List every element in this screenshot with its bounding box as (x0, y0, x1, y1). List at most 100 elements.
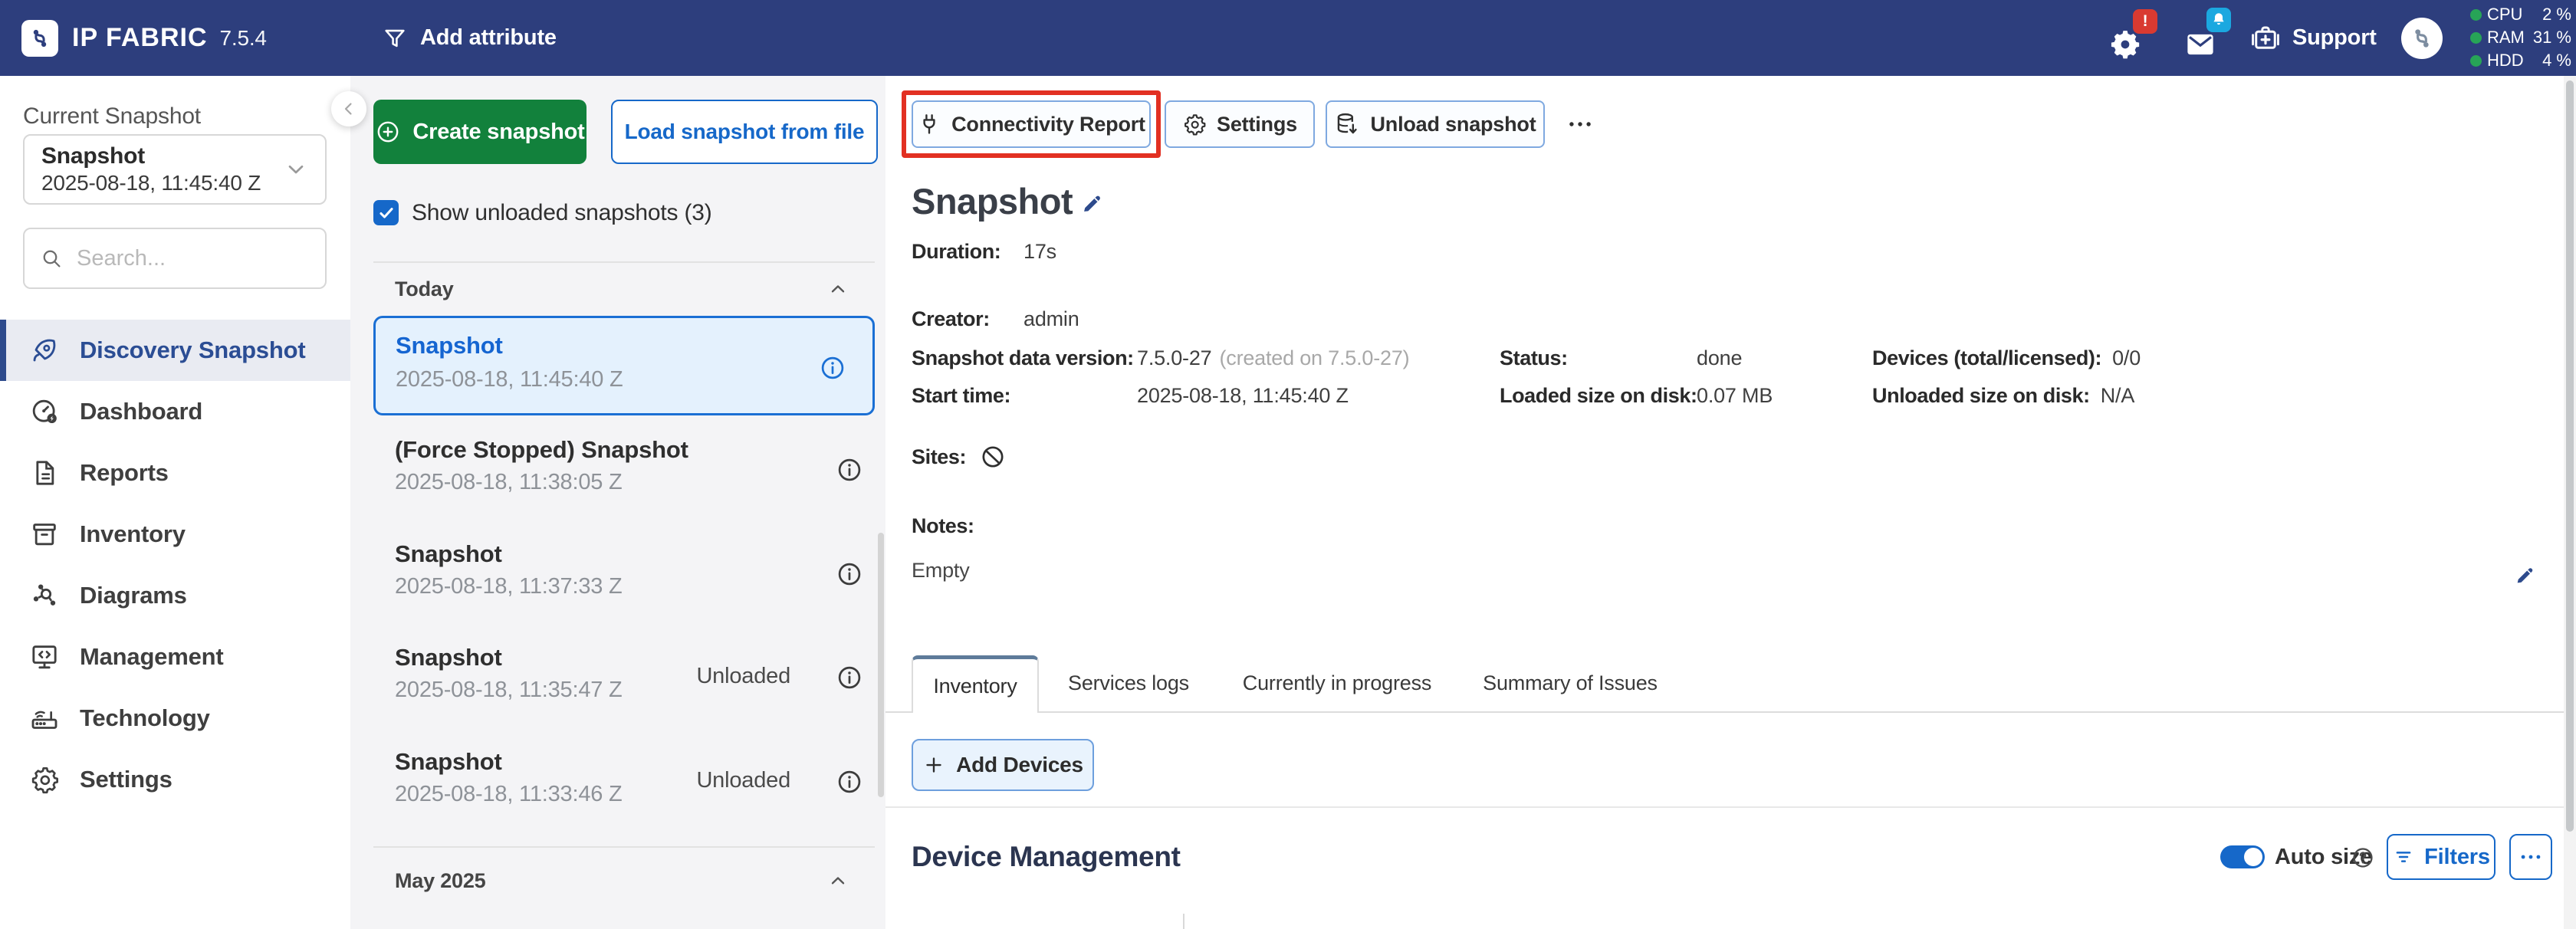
detail-sites: Sites: (912, 442, 1006, 471)
snapshot-title: Snapshot (395, 540, 502, 568)
tab-label: Summary of Issues (1483, 671, 1658, 695)
network-icon (29, 580, 60, 611)
settings-button[interactable]: Settings (1165, 100, 1315, 148)
sidebar-item-label: Management (80, 643, 223, 671)
snapshot-title: Snapshot (396, 332, 503, 359)
sidebar-item-label: Reports (80, 459, 169, 487)
ram-value: 31 % (2533, 28, 2571, 48)
edit-notes-pencil-icon[interactable] (2512, 563, 2537, 588)
gear-icon (1182, 112, 1207, 136)
alert-badge[interactable]: ! (2133, 9, 2157, 34)
snapshot-item[interactable]: Snapshot 2025-08-18, 11:33:46 Z Unloaded (373, 748, 875, 822)
sidebar-item-settings[interactable]: Settings (0, 749, 350, 810)
show-unloaded-checkbox[interactable] (373, 200, 399, 225)
version-note: (created on 7.5.0-27) (1219, 346, 1409, 370)
gear-icon (29, 764, 60, 795)
snapshot-status-badge: Unloaded (696, 768, 790, 793)
unload-snapshot-label: Unload snapshot (1370, 113, 1536, 136)
tab-currently-in-progress[interactable]: Currently in progress (1243, 655, 1431, 711)
sidebar-item-management[interactable]: Management (0, 626, 350, 688)
auto-size-toggle[interactable] (2220, 845, 2265, 868)
snapshot-timestamp: 2025-08-18, 11:38:05 Z (395, 470, 623, 495)
info-icon[interactable] (836, 456, 863, 484)
duration-value: 17s (1024, 240, 1056, 264)
cpu-label: CPU (2487, 5, 2522, 25)
sidebar-item-discovery-snapshot[interactable]: Discovery Snapshot (0, 320, 350, 381)
edit-title-pencil-icon[interactable] (1079, 191, 1105, 217)
info-icon[interactable] (836, 560, 863, 588)
loaded-size-value: 0.07 MB (1697, 384, 1773, 408)
detail-start-time: Start time: 2025-08-18, 11:45:40 Z (912, 381, 1349, 410)
filters-button[interactable]: Filters (2387, 834, 2496, 880)
tab-label: Currently in progress (1243, 671, 1431, 695)
window-scrollbar (2564, 76, 2576, 929)
group-header-today: Today (395, 275, 454, 303)
connectivity-report-label: Connectivity Report (951, 113, 1145, 136)
support-button[interactable]: Support (2249, 0, 2377, 76)
search-input[interactable] (75, 245, 290, 272)
sidebar-item-technology[interactable]: Technology (0, 688, 350, 749)
snapshot-item[interactable]: Snapshot 2025-08-18, 11:35:47 Z Unloaded (373, 644, 875, 717)
status-label: Status: (1500, 346, 1697, 370)
selector-subtitle: 2025-08-18, 11:45:40 Z (41, 170, 261, 196)
search-icon (40, 247, 63, 270)
tab-inventory[interactable]: Inventory (912, 655, 1039, 713)
alert-badge-text: ! (2143, 12, 2148, 31)
snapshot-timestamp: 2025-08-18, 11:33:46 Z (395, 782, 623, 807)
snapshot-item[interactable]: (Force Stopped) Snapshot 2025-08-18, 11:… (373, 436, 875, 510)
snapshot-status-badge: Unloaded (696, 664, 790, 689)
user-avatar[interactable] (2401, 18, 2443, 59)
sidebar-item-dashboard[interactable]: Dashboard (0, 381, 350, 442)
snapshot-item[interactable]: Snapshot 2025-08-18, 11:37:33 Z (373, 540, 875, 614)
toolbar-more-button[interactable] (1557, 111, 1603, 137)
detail-loaded-size: Loaded size on disk: 0.07 MB (1500, 381, 1773, 410)
archive-box-icon (29, 519, 60, 550)
collapse-panel-button[interactable] (331, 91, 366, 126)
connectivity-report-button[interactable]: Connectivity Report (912, 100, 1151, 148)
load-snapshot-button[interactable]: Load snapshot from file (611, 100, 878, 164)
current-snapshot-label: Current Snapshot (23, 103, 201, 130)
ram-label: RAM (2487, 28, 2525, 48)
tab-summary-of-issues[interactable]: Summary of Issues (1483, 655, 1658, 711)
stat-cpu: CPU 2 % (2470, 3, 2571, 26)
sidebar-item-inventory[interactable]: Inventory (0, 504, 350, 565)
brand: IP FABRIC 7.5.4 (72, 0, 267, 76)
info-icon[interactable] (819, 354, 846, 382)
app-window: IP FABRIC 7.5.4 Add attribute ! Support (0, 0, 2576, 929)
avatar-logo-icon (2407, 23, 2437, 54)
unload-snapshot-button[interactable]: Unload snapshot (1326, 100, 1545, 148)
show-unloaded-label[interactable]: Show unloaded snapshots (3) (412, 200, 712, 225)
notification-badge[interactable] (2206, 8, 2231, 32)
question-circle-icon[interactable] (2351, 845, 2375, 870)
snapshot-title: Snapshot (395, 644, 502, 671)
snapshot-item-selected[interactable]: Snapshot 2025-08-18, 11:45:40 Z (373, 316, 875, 415)
chevron-up-icon[interactable] (827, 278, 849, 300)
sidebar-item-reports[interactable]: Reports (0, 442, 350, 504)
add-devices-button[interactable]: Add Devices (912, 739, 1094, 791)
window-scrollbar-thumb[interactable] (2566, 80, 2574, 832)
version-value: 7.5.0-27 (1137, 346, 1211, 370)
table-more-button[interactable] (2509, 834, 2552, 880)
info-icon[interactable] (836, 768, 863, 796)
snapshot-list-scrollbar[interactable] (878, 533, 884, 797)
plus-icon (922, 753, 945, 776)
create-snapshot-button[interactable]: Create snapshot (373, 100, 586, 164)
info-icon[interactable] (836, 664, 863, 691)
load-snapshot-label: Load snapshot from file (625, 120, 865, 144)
sidebar-item-label: Dashboard (80, 398, 202, 425)
divider (373, 846, 875, 848)
add-attribute-button[interactable]: Add attribute (382, 0, 557, 76)
group-header-may-2025: May 2025 (395, 867, 486, 895)
sidebar-item-label: Settings (80, 766, 172, 793)
sidebar-item-diagrams[interactable]: Diagrams (0, 565, 350, 626)
monitor-code-icon (29, 642, 60, 672)
tab-services-logs[interactable]: Services logs (1068, 655, 1189, 711)
stat-hdd: HDD 4 % (2470, 49, 2571, 72)
detail-version: Snapshot data version: 7.5.0-27 (created… (912, 343, 1409, 373)
support-label: Support (2292, 25, 2377, 51)
detail-duration: Duration: 17s (912, 237, 1056, 266)
envelope-icon (2182, 28, 2219, 61)
detail-creator: Creator: admin (912, 304, 1079, 333)
snapshot-selector-dropdown[interactable]: Snapshot 2025-08-18, 11:45:40 Z (23, 134, 327, 205)
chevron-up-icon[interactable] (827, 870, 849, 891)
